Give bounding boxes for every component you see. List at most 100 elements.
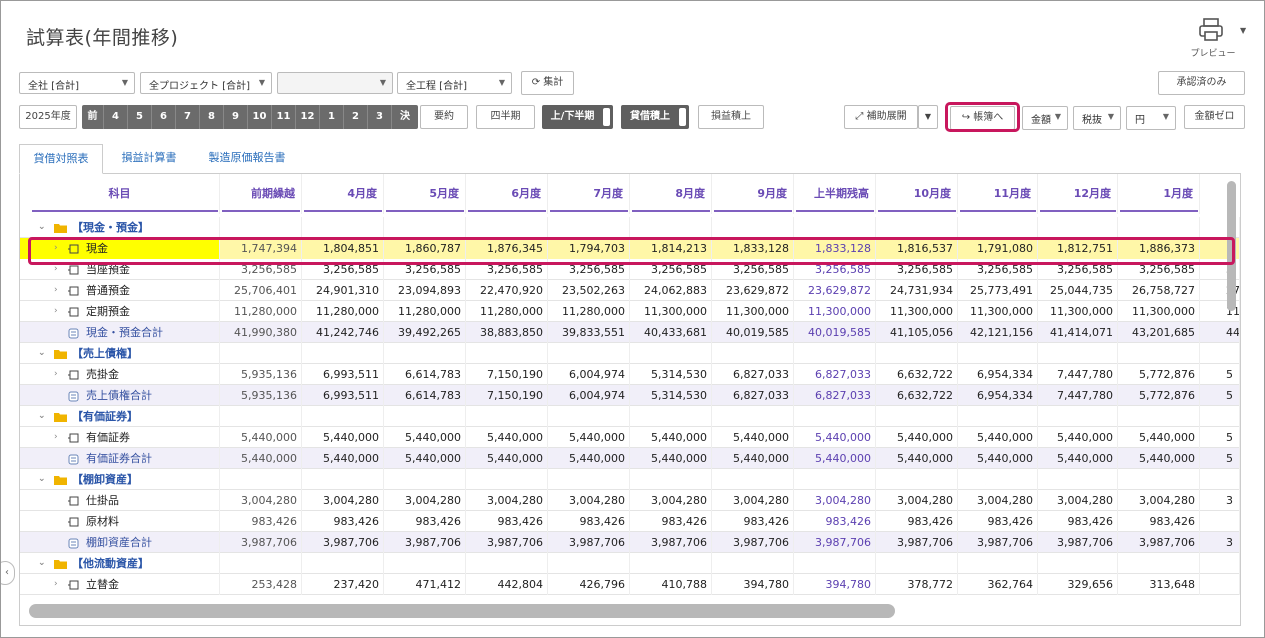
table-row[interactable]: › 立替金 253,428 237,420 471,412 442,804 426,796 4…: [20, 574, 1240, 595]
value-cell[interactable]: [876, 217, 958, 238]
value-cell[interactable]: [466, 343, 548, 364]
value-cell[interactable]: 42,121,156: [958, 322, 1038, 343]
approved-only-button[interactable]: 承認済のみ: [1158, 71, 1245, 95]
account-cell[interactable]: 仕掛品: [20, 490, 220, 511]
value-cell[interactable]: 5,440,000: [384, 427, 466, 448]
value-cell[interactable]: 11,300,000: [876, 301, 958, 322]
value-cell[interactable]: [712, 406, 794, 427]
table-row[interactable]: 原材料 983,426 983,426 983,426 983,426 983,426 98…: [20, 511, 1240, 532]
group-row[interactable]: ⌄ 【有価証券】: [20, 406, 1240, 427]
value-cell[interactable]: [712, 553, 794, 574]
table-row[interactable]: › 売掛金 5,935,136 6,993,511 6,614,783 7,150,190…: [20, 364, 1240, 385]
value-cell[interactable]: 983,426: [1118, 511, 1200, 532]
chevron-down-icon[interactable]: ▼: [1240, 26, 1246, 35]
value-cell[interactable]: 5,440,000: [1118, 448, 1200, 469]
value-cell[interactable]: 983,426: [466, 511, 548, 532]
value-cell[interactable]: 983,426: [630, 511, 712, 532]
value-cell[interactable]: 983,426: [958, 511, 1038, 532]
value-cell[interactable]: 426,796: [548, 574, 630, 595]
column-header-4[interactable]: 6月度: [466, 174, 548, 214]
amount-select[interactable]: 金額 ▼: [1022, 106, 1068, 130]
account-cell[interactable]: ⌄ 【棚卸資産】: [20, 469, 220, 490]
value-cell[interactable]: 6,827,033: [712, 364, 794, 385]
value-cell[interactable]: 442,804: [466, 574, 548, 595]
value-cell[interactable]: 6,954,334: [958, 364, 1038, 385]
value-cell[interactable]: [220, 217, 302, 238]
value-cell[interactable]: 983,426: [794, 511, 876, 532]
horizontal-scrollbar[interactable]: [29, 604, 895, 618]
value-cell[interactable]: 5,935,136: [220, 364, 302, 385]
value-cell[interactable]: [302, 553, 384, 574]
period-4[interactable]: 7: [176, 105, 200, 129]
value-cell[interactable]: 7,447,780: [1038, 385, 1118, 406]
value-cell[interactable]: 5,440,000: [384, 448, 466, 469]
value-cell[interactable]: 22,470,920: [466, 280, 548, 301]
value-cell[interactable]: [384, 406, 466, 427]
value-cell[interactable]: 3,004,280: [220, 490, 302, 511]
account-cell[interactable]: › 売掛金: [20, 364, 220, 385]
value-cell[interactable]: 5,440,000: [220, 427, 302, 448]
value-cell[interactable]: 41,414,071: [1038, 322, 1118, 343]
column-header-3[interactable]: 5月度: [384, 174, 466, 214]
value-cell[interactable]: [548, 469, 630, 490]
column-header-1[interactable]: 前期繰越: [220, 174, 302, 214]
value-cell[interactable]: 378,772: [876, 574, 958, 595]
value-cell[interactable]: 6,632,722: [876, 364, 958, 385]
value-cell[interactable]: 5,440,000: [794, 427, 876, 448]
value-cell[interactable]: [466, 553, 548, 574]
value-cell[interactable]: 5,440,000: [1038, 448, 1118, 469]
value-cell[interactable]: [712, 343, 794, 364]
print-preview-button[interactable]: ▼ プレビュー: [1186, 16, 1246, 60]
fiscal-year-button[interactable]: 2025年度: [19, 105, 77, 129]
value-cell[interactable]: 5,314,530: [630, 385, 712, 406]
value-cell[interactable]: [384, 553, 466, 574]
value-cell[interactable]: 3,987,706: [220, 532, 302, 553]
value-cell[interactable]: 7,447,780: [1038, 364, 1118, 385]
value-cell[interactable]: 11,300,000: [1038, 301, 1118, 322]
value-cell[interactable]: 11,300,000: [958, 301, 1038, 322]
value-cell[interactable]: 11,280,000: [220, 301, 302, 322]
value-cell[interactable]: 983,426: [302, 511, 384, 532]
value-cell[interactable]: [958, 406, 1038, 427]
value-cell[interactable]: [384, 343, 466, 364]
value-cell[interactable]: 11,300,000: [794, 301, 876, 322]
value-cell[interactable]: [1118, 406, 1200, 427]
account-cell[interactable]: › 立替金: [20, 574, 220, 595]
value-cell[interactable]: [958, 343, 1038, 364]
table-row[interactable]: 仕掛品 3,004,280 3,004,280 3,004,280 3,004,280 3…: [20, 490, 1240, 511]
value-cell[interactable]: [466, 469, 548, 490]
value-cell[interactable]: [958, 553, 1038, 574]
process-select[interactable]: 全工程 [合計] ▼: [397, 72, 512, 94]
value-cell[interactable]: [1118, 217, 1200, 238]
value-cell[interactable]: 983,426: [220, 511, 302, 532]
value-cell[interactable]: 5,440,000: [958, 448, 1038, 469]
value-cell[interactable]: 253,428: [220, 574, 302, 595]
value-cell[interactable]: [794, 343, 876, 364]
value-cell[interactable]: 362,764: [958, 574, 1038, 595]
value-cell[interactable]: 3,004,280: [712, 490, 794, 511]
value-cell[interactable]: 5,440,000: [876, 427, 958, 448]
value-cell[interactable]: 983,426: [712, 511, 794, 532]
account-cell[interactable]: 現金・預金合計: [20, 322, 220, 343]
value-cell-clipped[interactable]: [1200, 574, 1240, 595]
value-cell[interactable]: 3,004,280: [302, 490, 384, 511]
value-cell[interactable]: 3,987,706: [958, 532, 1038, 553]
value-cell[interactable]: [630, 553, 712, 574]
account-cell[interactable]: ⌄ 【他流動資産】: [20, 553, 220, 574]
value-cell[interactable]: 23,629,872: [712, 280, 794, 301]
value-cell[interactable]: 40,433,681: [630, 322, 712, 343]
value-cell[interactable]: 5,440,000: [302, 427, 384, 448]
value-cell[interactable]: 41,242,746: [302, 322, 384, 343]
value-cell[interactable]: 394,780: [712, 574, 794, 595]
value-cell[interactable]: [794, 553, 876, 574]
account-cell[interactable]: 棚卸資産合計: [20, 532, 220, 553]
tax-select[interactable]: 税抜 ▼: [1073, 106, 1121, 130]
value-cell[interactable]: 5,772,876: [1118, 385, 1200, 406]
column-header-12[interactable]: 1月度: [1118, 174, 1200, 214]
value-cell[interactable]: 3,004,280: [384, 490, 466, 511]
column-header-7[interactable]: 9月度: [712, 174, 794, 214]
value-cell[interactable]: 6,614,783: [384, 364, 466, 385]
value-cell-clipped[interactable]: 5: [1200, 385, 1240, 406]
value-cell[interactable]: 6,954,334: [958, 385, 1038, 406]
aggregate-button[interactable]: ⟳ 集計: [521, 71, 574, 95]
